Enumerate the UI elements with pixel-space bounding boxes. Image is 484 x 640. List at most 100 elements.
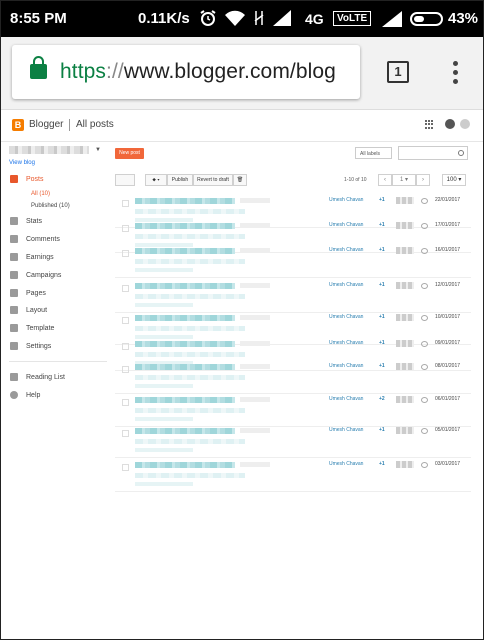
- notifications-icon[interactable]: [445, 119, 455, 129]
- blog-selector[interactable]: [9, 146, 89, 154]
- comment-count[interactable]: +2: [379, 396, 385, 402]
- url-text: https://www.blogger.com/blog: [60, 60, 336, 83]
- chevron-down-icon[interactable]: ▼: [95, 147, 101, 153]
- post-title[interactable]: [135, 364, 235, 370]
- page-select[interactable]: 1 ▾: [392, 174, 416, 186]
- comment-count[interactable]: +1: [379, 222, 385, 228]
- table-row[interactable]: Umesh Chavan +2 06/01/2017: [115, 393, 471, 427]
- sidebar-item-earnings[interactable]: Earnings: [10, 253, 54, 261]
- table-row[interactable]: Umesh Chavan +1 03/01/2017: [115, 458, 471, 492]
- row-checkbox[interactable]: [122, 343, 129, 350]
- sidebar-item-stats[interactable]: Stats: [10, 217, 42, 225]
- battery-percent: 43%: [448, 10, 479, 27]
- sidebar-item-posts[interactable]: Posts: [10, 175, 44, 183]
- post-author[interactable]: Umesh Chavan: [329, 363, 363, 369]
- sidebar-item-reading-list[interactable]: Reading List: [10, 373, 65, 381]
- new-post-button[interactable]: New post: [115, 148, 144, 159]
- post-date: 16/01/2017: [435, 247, 461, 253]
- sidebar-item-help[interactable]: Help: [10, 391, 40, 399]
- label-dropdown-button[interactable]: ⬥ ▾: [145, 174, 167, 186]
- table-row[interactable]: Umesh Chavan +1 05/01/2017: [115, 424, 471, 458]
- comment-count[interactable]: +1: [379, 282, 385, 288]
- sidebar-item-layout[interactable]: Layout: [10, 306, 47, 314]
- row-checkbox[interactable]: [122, 200, 129, 207]
- table-row[interactable]: Umesh Chavan +1 08/01/2017: [115, 360, 471, 394]
- labels-select[interactable]: All labels: [355, 147, 392, 159]
- post-snippet: [135, 294, 245, 299]
- post-actions[interactable]: [135, 384, 193, 388]
- sidebar-item-pages[interactable]: Pages: [10, 289, 46, 297]
- next-page-button[interactable]: ›: [416, 174, 430, 186]
- posts-icon: [10, 175, 18, 183]
- volte-badge: VoLTE: [333, 11, 372, 26]
- comment-count[interactable]: +1: [379, 340, 385, 346]
- post-actions[interactable]: [135, 303, 193, 307]
- post-title[interactable]: [135, 248, 235, 254]
- comment-count[interactable]: +1: [379, 197, 385, 203]
- post-title-extra: [240, 223, 270, 228]
- sidebar-item-campaigns[interactable]: Campaigns: [10, 271, 61, 279]
- post-title[interactable]: [135, 462, 235, 468]
- sidebar-sub-published[interactable]: Published (10): [31, 203, 70, 209]
- publish-button[interactable]: Publish: [167, 174, 193, 186]
- bookmark-icon: [10, 373, 18, 381]
- comment-count[interactable]: +1: [379, 247, 385, 253]
- post-title[interactable]: [135, 341, 235, 347]
- post-title[interactable]: [135, 223, 235, 229]
- tab-switcher-button[interactable]: 1: [387, 61, 409, 83]
- post-author[interactable]: Umesh Chavan: [329, 396, 363, 402]
- sidebar-item-comments[interactable]: Comments: [10, 235, 60, 243]
- row-checkbox[interactable]: [122, 225, 129, 232]
- post-author[interactable]: Umesh Chavan: [329, 340, 363, 346]
- post-title[interactable]: [135, 283, 235, 289]
- post-author[interactable]: Umesh Chavan: [329, 222, 363, 228]
- comment-count[interactable]: +1: [379, 314, 385, 320]
- post-author[interactable]: Umesh Chavan: [329, 461, 363, 467]
- row-checkbox[interactable]: [122, 285, 129, 292]
- no-data-icon: [254, 11, 264, 25]
- post-title[interactable]: [135, 315, 235, 321]
- revert-to-draft-button[interactable]: Revert to draft: [193, 174, 233, 186]
- row-checkbox[interactable]: [122, 430, 129, 437]
- prev-page-button[interactable]: ‹: [378, 174, 392, 186]
- menu-icon[interactable]: [453, 61, 458, 85]
- comment-count[interactable]: +1: [379, 461, 385, 467]
- row-checkbox[interactable]: [122, 317, 129, 324]
- row-checkbox[interactable]: [122, 250, 129, 257]
- post-actions[interactable]: [135, 448, 193, 452]
- network-type: 4G: [305, 11, 324, 27]
- comment-count[interactable]: +1: [379, 363, 385, 369]
- row-checkbox[interactable]: [122, 464, 129, 471]
- post-author[interactable]: Umesh Chavan: [329, 197, 363, 203]
- post-date: 09/01/2017: [435, 340, 461, 346]
- sidebar-item-settings[interactable]: Settings: [10, 342, 51, 350]
- table-row[interactable]: Umesh Chavan +1 16/01/2017: [115, 244, 471, 278]
- sidebar-sub-all[interactable]: All (10): [31, 191, 50, 197]
- post-actions[interactable]: [135, 482, 193, 486]
- post-author[interactable]: Umesh Chavan: [329, 427, 363, 433]
- post-author[interactable]: Umesh Chavan: [329, 282, 363, 288]
- post-actions[interactable]: [135, 417, 193, 421]
- per-page-select[interactable]: 100 ▾: [442, 174, 466, 186]
- layout-icon: [10, 306, 18, 314]
- delete-icon[interactable]: 🗑: [233, 174, 247, 186]
- search-input[interactable]: [398, 146, 468, 160]
- select-all-checkbox[interactable]: [115, 174, 135, 186]
- view-blog-link[interactable]: View blog: [9, 160, 35, 166]
- comment-count[interactable]: +1: [379, 427, 385, 433]
- post-title[interactable]: [135, 198, 235, 204]
- address-bar[interactable]: https://www.blogger.com/blog: [12, 45, 360, 99]
- post-title[interactable]: [135, 397, 235, 403]
- post-title[interactable]: [135, 428, 235, 434]
- row-checkbox[interactable]: [122, 366, 129, 373]
- avatar[interactable]: [460, 119, 470, 129]
- blogger-logo-icon[interactable]: B: [12, 119, 24, 131]
- battery-icon: [410, 12, 443, 26]
- post-author[interactable]: Umesh Chavan: [329, 314, 363, 320]
- row-checkbox[interactable]: [122, 399, 129, 406]
- post-author[interactable]: Umesh Chavan: [329, 247, 363, 253]
- apps-grid-icon[interactable]: [425, 120, 434, 129]
- post-actions[interactable]: [135, 268, 193, 272]
- table-row[interactable]: Umesh Chavan +1 12/01/2017: [115, 279, 471, 313]
- sidebar-item-template[interactable]: Template: [10, 324, 54, 332]
